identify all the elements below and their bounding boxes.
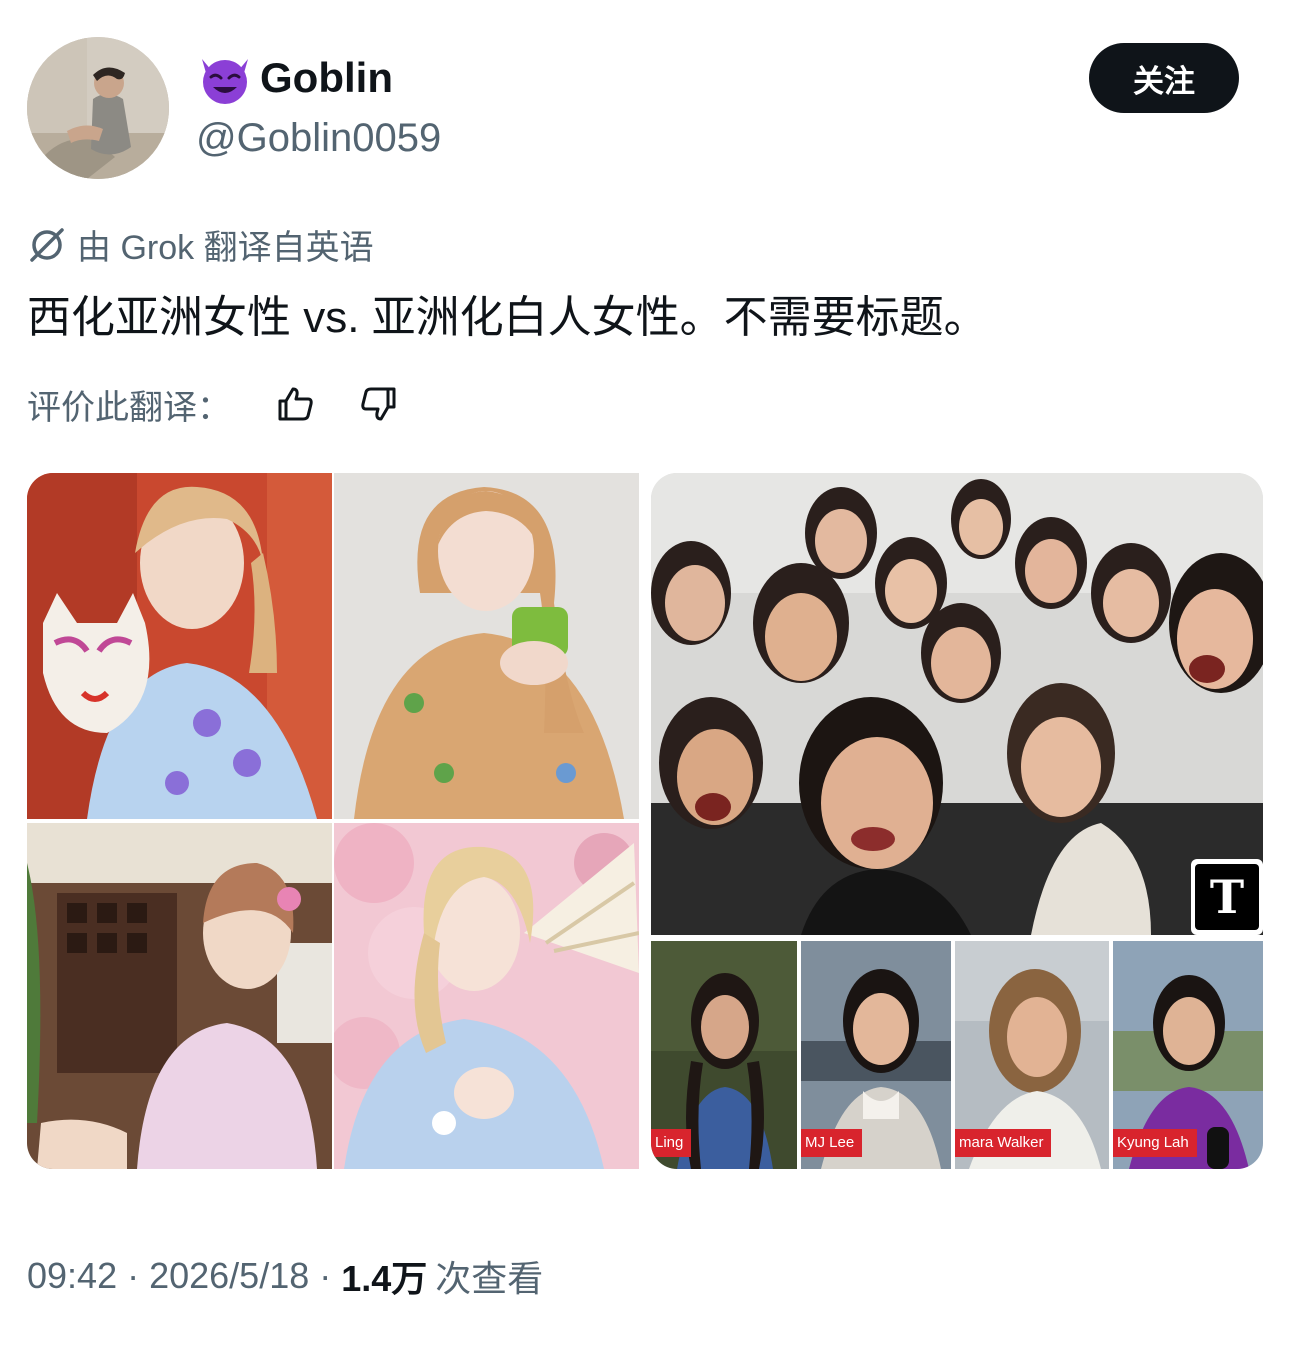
news-caption-2: MJ Lee: [801, 1129, 863, 1157]
author-handle[interactable]: @Goblin0059: [196, 110, 441, 166]
grok-icon: [27, 224, 67, 264]
meta-separator: ·: [127, 1255, 140, 1296]
photo-kimono-pink-street: [27, 823, 332, 1169]
views-label: 次查看: [435, 1258, 544, 1299]
avatar[interactable]: [27, 37, 169, 179]
photo-kimono-green-cup: [334, 473, 639, 819]
nyt-logo-letter: T: [1195, 864, 1259, 930]
rate-translation-label: 评价此翻译：: [27, 388, 231, 427]
display-name[interactable]: Goblin: [196, 48, 393, 108]
news-caption-1: Ling: [651, 1129, 692, 1157]
photo-kimono-cherry-fan: [334, 823, 639, 1169]
smiling-devil-icon: [196, 49, 254, 107]
thumbs-down-icon: [361, 387, 396, 421]
translation-notice-text: 由 Grok 翻译自英语: [77, 228, 374, 267]
photo-news-anchor-4: Kyung Lah: [1113, 941, 1263, 1169]
photo-group-selfie: [651, 473, 1263, 935]
news-caption-4: Kyung Lah: [1113, 1129, 1197, 1157]
news-caption-3: mara Walker: [955, 1129, 1052, 1157]
photo-kimono-fox-mask: [27, 473, 332, 819]
follow-button[interactable]: 关注: [1089, 43, 1239, 113]
nyt-logo: T: [1191, 859, 1263, 935]
media-image-left[interactable]: [27, 473, 639, 1169]
tweet-date[interactable]: 2026/5/18: [149, 1255, 309, 1297]
tweet-text: 西化亚洲女性 vs. 亚洲化白人女性。不需要标题。: [27, 293, 988, 342]
tweet-meta: 09:42 · 2026/5/18 · 1.4万 次查看: [27, 1248, 543, 1304]
media-image-right[interactable]: T Ling MJ Lee mara Walker Kyung Lah: [651, 473, 1263, 1169]
thumbs-down-button[interactable]: [355, 380, 403, 428]
photo-news-anchor-1: Ling: [651, 941, 797, 1169]
views-count[interactable]: 1.4万: [341, 1250, 427, 1302]
thumbs-up-button[interactable]: [271, 380, 319, 428]
meta-separator: ·: [319, 1255, 332, 1296]
author-name: Goblin: [260, 54, 393, 101]
photo-news-anchor-2: MJ Lee: [801, 941, 951, 1169]
photo-news-anchor-3: mara Walker: [955, 941, 1109, 1169]
thumbs-up-icon: [278, 387, 313, 421]
tweet-time[interactable]: 09:42: [27, 1255, 117, 1297]
rate-translation: 评价此翻译：: [27, 374, 403, 434]
translation-notice[interactable]: 由 Grok 翻译自英语: [27, 218, 374, 270]
